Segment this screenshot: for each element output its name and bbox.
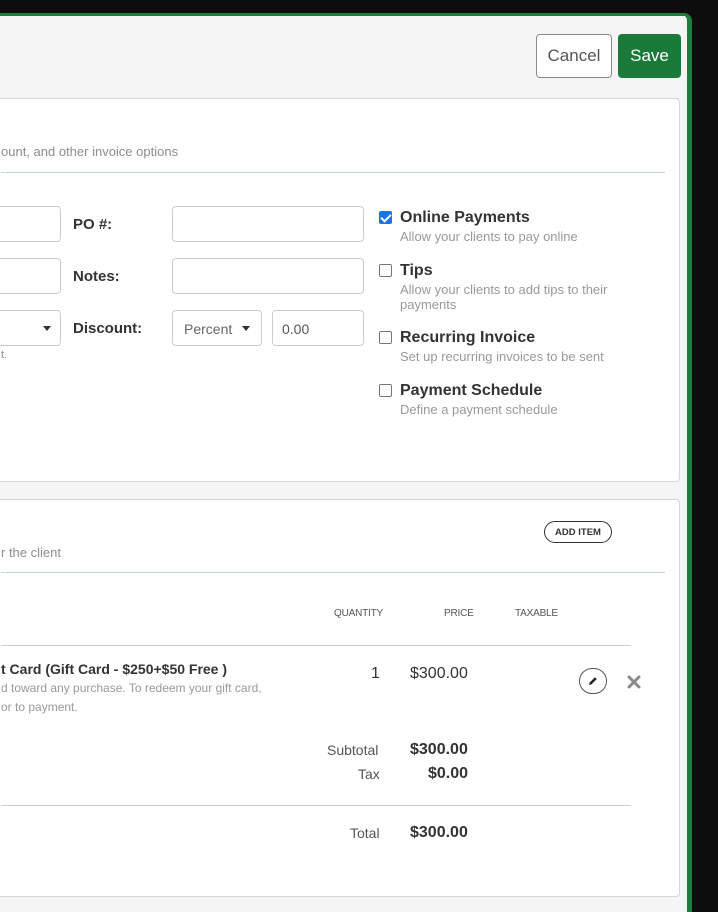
item-name: t Card (Gift Card - $250+$50 Free ) [1, 661, 228, 677]
chevron-down-icon [242, 326, 250, 331]
online-payments-checkbox[interactable] [379, 211, 392, 224]
tips-desc: Allow your clients to add tips to their … [400, 282, 608, 312]
invoice-options-panel: ount, and other invoice options t. PO #:… [0, 98, 680, 482]
invoice-editor-window: Cancel Save ount, and other invoice opti… [0, 13, 692, 912]
payment-schedule-desc: Define a payment schedule [400, 402, 558, 417]
total-label: Total [350, 825, 380, 841]
discount-label: Discount: [73, 320, 143, 337]
add-item-button[interactable]: ADD ITEM [544, 521, 612, 543]
payment-schedule-title: Payment Schedule [400, 382, 543, 399]
top-action-bar: Cancel Save [0, 16, 687, 96]
item-description-line2: or to payment. [1, 700, 78, 714]
left-select[interactable] [0, 310, 61, 346]
discount-type-select[interactable]: Percent [172, 310, 262, 346]
chevron-down-icon [43, 326, 51, 331]
item-quantity: 1 [371, 665, 380, 682]
left-partial-text: t. [1, 349, 8, 361]
section-divider [1, 172, 665, 173]
left-field-2[interactable] [0, 258, 61, 294]
quantity-header: QUANTITY [334, 608, 383, 619]
close-icon[interactable] [627, 675, 641, 689]
tips-title: Tips [400, 262, 433, 279]
discount-value-input[interactable]: 0.00 [272, 310, 364, 346]
totals-divider [1, 805, 631, 806]
section-divider [1, 572, 665, 573]
price-header: PRICE [444, 608, 474, 619]
notes-label: Notes: [73, 268, 120, 285]
online-payments-desc: Allow your clients to pay online [400, 229, 578, 244]
table-divider [1, 645, 631, 646]
payment-schedule-checkbox[interactable] [379, 384, 392, 397]
tips-checkbox[interactable] [379, 264, 392, 277]
section-subtitle: r the client [1, 545, 61, 560]
recurring-invoice-checkbox[interactable] [379, 331, 392, 344]
recurring-invoice-title: Recurring Invoice [400, 329, 536, 346]
cancel-button[interactable]: Cancel [536, 34, 612, 78]
discount-value: 0.00 [282, 321, 310, 337]
edit-item-button[interactable] [579, 668, 607, 694]
tax-label: Tax [358, 766, 380, 782]
taxable-header: TAXABLE [515, 608, 558, 619]
item-description-line1: d toward any purchase. To redeem your gi… [1, 681, 262, 695]
po-label: PO #: [73, 216, 113, 233]
section-subtitle: ount, and other invoice options [1, 144, 179, 159]
tax-value: $0.00 [428, 765, 469, 782]
save-button[interactable]: Save [618, 34, 681, 78]
discount-type-value: Percent [184, 321, 233, 337]
notes-input[interactable] [172, 258, 364, 294]
line-items-panel: ADD ITEM r the client QUANTITY PRICE TAX… [0, 499, 680, 897]
po-input[interactable] [172, 206, 364, 242]
pencil-icon [589, 677, 597, 685]
recurring-invoice-desc: Set up recurring invoices to be sent [400, 349, 604, 364]
subtotal-label: Subtotal [327, 742, 379, 758]
item-price: $300.00 [410, 665, 468, 682]
total-value: $300.00 [410, 824, 468, 841]
left-field-1[interactable] [0, 206, 61, 242]
online-payments-title: Online Payments [400, 209, 530, 226]
subtotal-value: $300.00 [410, 741, 468, 758]
